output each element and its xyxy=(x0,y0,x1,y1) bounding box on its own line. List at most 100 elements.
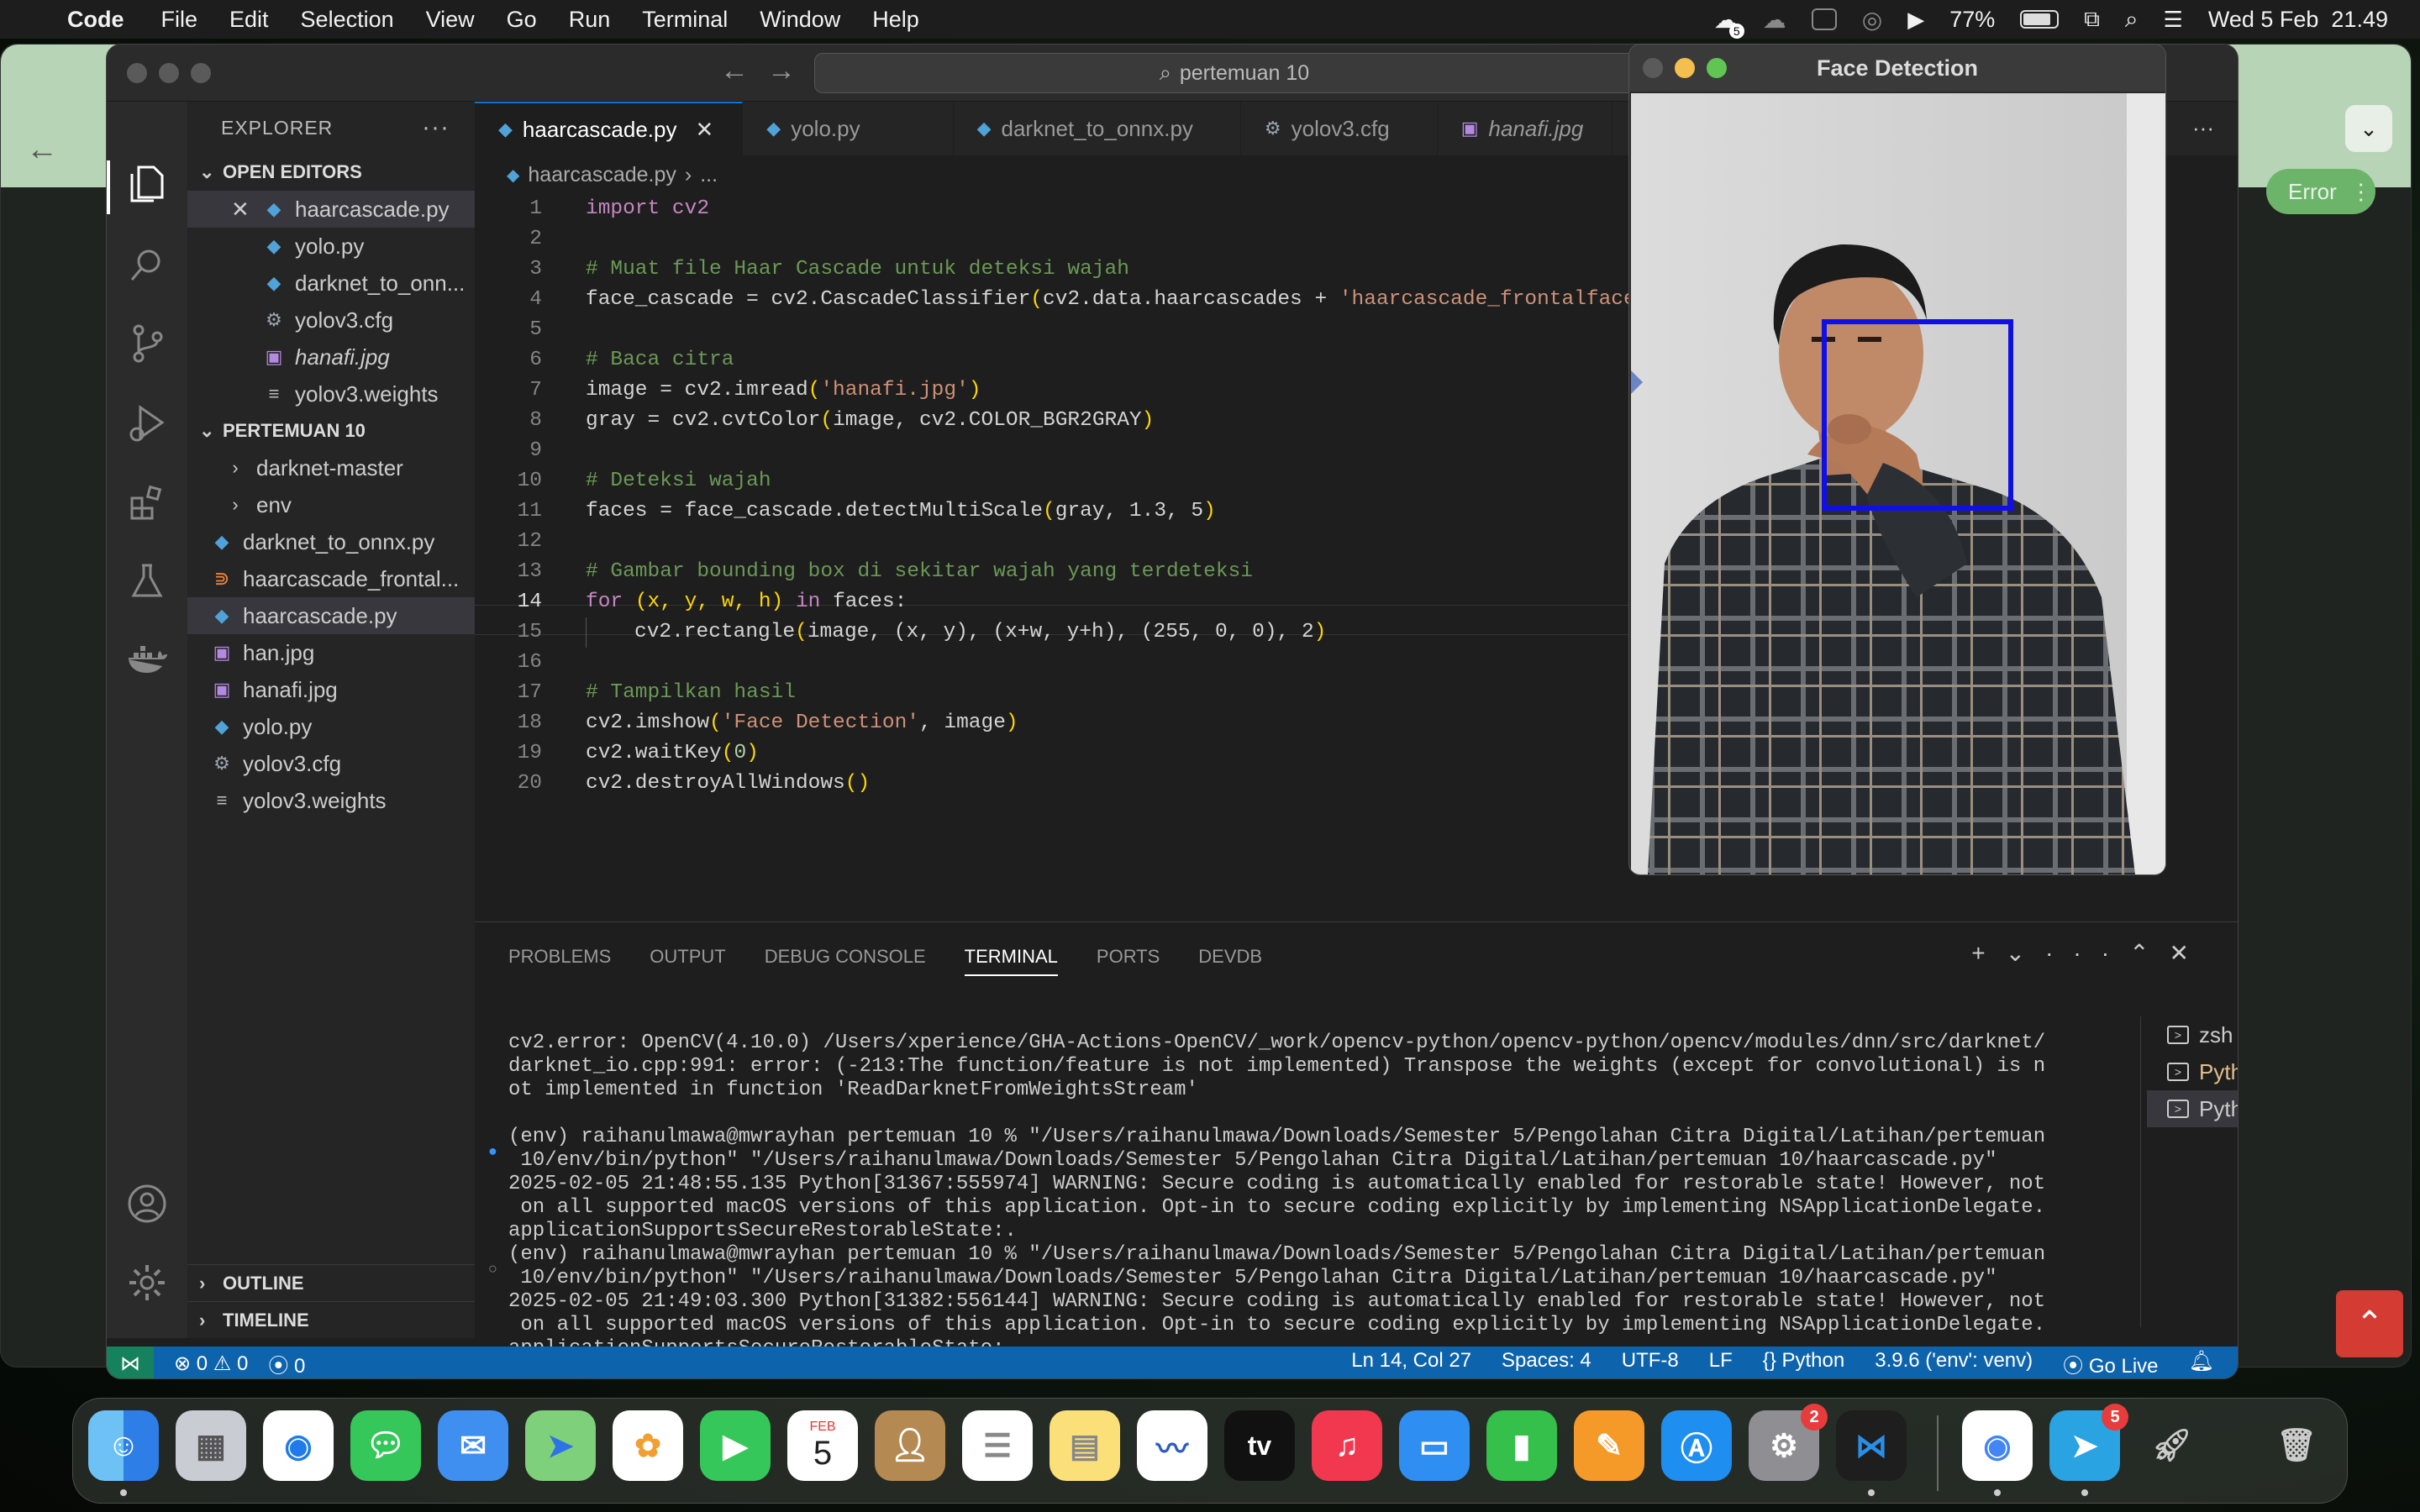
control-center-icon[interactable]: ☰ xyxy=(2164,7,2183,33)
file-item[interactable]: ◆ darknet_to_onnx.py xyxy=(187,523,475,560)
menu-selection[interactable]: Selection xyxy=(301,7,394,33)
terminal-item-python[interactable]: >Python⚠ xyxy=(2147,1053,2238,1090)
folder-item[interactable]: › env xyxy=(187,486,475,523)
docker-icon[interactable] xyxy=(127,639,167,680)
menu-go[interactable]: Go xyxy=(507,7,537,33)
folder-item[interactable]: › darknet-master xyxy=(187,449,475,486)
close-icon[interactable]: ✕ xyxy=(231,197,261,223)
end-of-line[interactable]: LF xyxy=(1709,1349,1733,1378)
dock-maps-icon[interactable]: ➤ xyxy=(525,1410,596,1481)
dock-apple-tv-icon[interactable]: tv xyxy=(1224,1410,1295,1481)
dock-photos-icon[interactable]: ✿ xyxy=(613,1410,683,1481)
remote-icon[interactable]: ⋈ xyxy=(107,1347,154,1378)
menu-file[interactable]: File xyxy=(161,7,198,33)
more-tabs-icon[interactable]: ··· xyxy=(2192,115,2214,141)
menu-terminal[interactable]: Terminal xyxy=(642,7,728,33)
ports-status[interactable]: ⦿ 0 xyxy=(268,1349,305,1378)
back-arrow-icon[interactable]: ← xyxy=(26,132,58,168)
dock-rocket-icon[interactable]: 🚀︎ xyxy=(2137,1410,2207,1481)
open-editor-item[interactable]: ≡ yolov3.weights xyxy=(187,375,475,412)
outline-section[interactable]: › OUTLINE xyxy=(187,1264,475,1301)
dock-vscode-icon[interactable]: ⋈ xyxy=(1836,1410,1907,1496)
menu-window[interactable]: Window xyxy=(760,7,840,33)
open-editor-item[interactable]: ▣ hanafi.jpg xyxy=(187,339,475,375)
go-live-button[interactable]: ⦿ Go Live xyxy=(2063,1349,2158,1378)
manage-gear-icon[interactable] xyxy=(127,1263,167,1303)
dock-numbers-icon[interactable]: ▮ xyxy=(1486,1410,1557,1481)
close-panel-icon[interactable]: ✕ xyxy=(2170,940,2209,966)
menu-run[interactable]: Run xyxy=(569,7,611,33)
tab-terminal[interactable]: TERMINAL xyxy=(964,946,1058,976)
file-item[interactable]: ◆ yolo.py xyxy=(187,708,475,745)
timeline-section[interactable]: › TIMELINE xyxy=(187,1301,475,1338)
airdrop-icon[interactable]: ◎ xyxy=(1862,6,1882,34)
language-mode[interactable]: {} Python xyxy=(1763,1349,1844,1378)
tab-haarcascade[interactable]: ◆ haarcascade.py ✕ xyxy=(475,102,744,155)
dock-safari-icon[interactable]: ◉ xyxy=(263,1410,334,1481)
scroll-to-top-button[interactable]: ⌃ xyxy=(2336,1290,2403,1357)
file-item[interactable]: ▣ hanafi.jpg xyxy=(187,671,475,708)
cloud-icon[interactable]: ☁ xyxy=(1763,6,1786,34)
open-editor-item[interactable]: ◆ yolo.py xyxy=(187,228,475,265)
folder-section[interactable]: ⌄ PERTEMUAN 10 xyxy=(187,412,475,449)
breadcrumb-symbols[interactable]: ... xyxy=(700,163,718,187)
dock-reminders-icon[interactable]: ☰ xyxy=(962,1410,1033,1481)
dock-keynote-icon[interactable]: ▭ xyxy=(1399,1410,1470,1481)
command-center-search[interactable]: ⌕ pertemuan 10 xyxy=(814,53,1655,93)
tab-hanafi-jpg[interactable]: ▣ hanafi.jpg xyxy=(1438,102,1613,155)
menu-view[interactable]: View xyxy=(426,7,475,33)
dock-telegram-icon[interactable]: ➤ 5 xyxy=(2049,1404,2128,1496)
tab-devdb[interactable]: DEVDB xyxy=(1198,946,1262,968)
dock-freeform-icon[interactable]: 〰 xyxy=(1137,1410,1207,1481)
run-debug-icon[interactable] xyxy=(127,402,167,443)
cloud-notification-icon[interactable]: ☁ 5 xyxy=(1714,6,1744,39)
dock-finder-icon[interactable]: ☺ xyxy=(88,1410,159,1496)
account-icon[interactable] xyxy=(127,1184,167,1224)
search-icon[interactable]: ⌕ xyxy=(2125,6,2139,34)
dock-pages-icon[interactable]: ✎ xyxy=(1574,1410,1644,1481)
minimize-window-button[interactable] xyxy=(159,63,179,83)
cursor-position[interactable]: Ln 14, Col 27 xyxy=(1351,1349,1471,1378)
tab-debug-console[interactable]: DEBUG CONSOLE xyxy=(765,946,926,968)
terminal-item-python-active[interactable]: > Python xyxy=(2147,1090,2238,1127)
open-editors-section[interactable]: ⌄ OPEN EDITORS xyxy=(187,154,475,191)
dock-launchpad-icon[interactable]: ▦ xyxy=(176,1410,246,1481)
menu-app-name[interactable]: Code xyxy=(67,7,124,33)
explorer-icon[interactable] xyxy=(127,164,167,204)
close-window-button[interactable] xyxy=(127,63,147,83)
dock-contacts-icon[interactable]: 👤︎ xyxy=(875,1410,945,1481)
battery-icon[interactable] xyxy=(2020,10,2060,29)
file-item[interactable]: ⚙ yolov3.cfg xyxy=(187,745,475,782)
nav-arrows[interactable]: ←→ xyxy=(720,55,814,87)
more-actions-icon[interactable]: ··· xyxy=(422,113,450,142)
source-control-icon[interactable] xyxy=(127,323,167,364)
file-item[interactable]: ▣ han.jpg xyxy=(187,634,475,671)
file-item[interactable]: ◆ haarcascade.py xyxy=(187,597,475,634)
link-icon[interactable]: ⧉ xyxy=(2084,6,2100,33)
dock-calendar-icon[interactable]: FEB 5 xyxy=(787,1410,858,1481)
open-editor-item[interactable]: ⚙ yolov3.cfg xyxy=(187,302,475,339)
play-icon[interactable]: ▶ xyxy=(1907,7,1924,33)
menu-help[interactable]: Help xyxy=(872,7,919,33)
tab-yolov3-cfg[interactable]: ⚙ yolov3.cfg xyxy=(1241,102,1438,155)
chevron-down-icon[interactable]: ⌄ xyxy=(2345,105,2392,152)
tab-ports[interactable]: PORTS xyxy=(1097,946,1160,968)
open-editor-item[interactable]: ✕ ◆ haarcascade.py xyxy=(187,191,475,228)
tab-output[interactable]: OUTPUT xyxy=(650,946,725,968)
dock-facetime-icon[interactable]: ▶ xyxy=(700,1410,771,1481)
breadcrumb-file[interactable]: haarcascade.py xyxy=(528,163,676,187)
dock-music-icon[interactable]: ♫ xyxy=(1312,1410,1382,1481)
more-icon[interactable]: ⋮ xyxy=(2350,179,2372,205)
search-icon[interactable] xyxy=(127,244,167,285)
zoom-window-button[interactable] xyxy=(1707,58,1727,78)
maximize-panel-icon[interactable]: ⌃ xyxy=(2129,940,2169,966)
dock-app-store-icon[interactable]: Ⓐ xyxy=(1661,1410,1732,1481)
code-editor[interactable]: 1 2 3 4 5 6 7 8 9 10 11 12 13 14 15 16 17 18 19 20 import c… xyxy=(475,194,1735,916)
clock[interactable]: Wed 5 Feb 21.49 xyxy=(2208,7,2388,33)
window-icon[interactable] xyxy=(1811,8,1837,30)
dock-system-settings-icon[interactable]: ⚙ 2 xyxy=(1749,1404,1828,1481)
dock-chrome-icon[interactable]: ◉ xyxy=(1962,1410,2033,1496)
tab-darknet-to-onnx[interactable]: ◆ darknet_to_onnx.py xyxy=(954,102,1241,155)
browser-error-badge[interactable]: Error ⋮ xyxy=(2266,169,2375,214)
dock-notes-icon[interactable]: ▤ xyxy=(1050,1410,1120,1481)
